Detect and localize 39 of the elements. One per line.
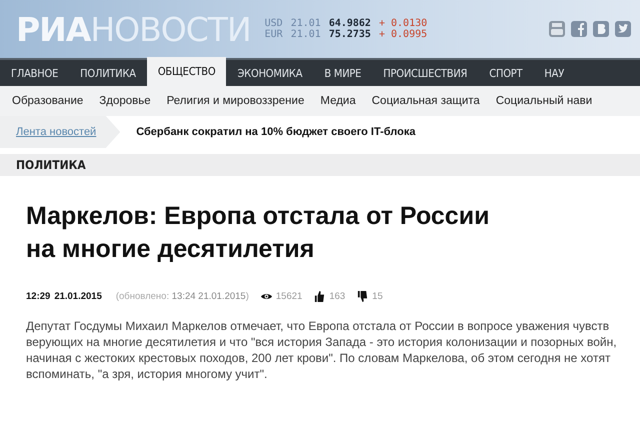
article-title: Маркелов: Европа отстала от России на многие десятилетия [26, 201, 490, 265]
nav-tab[interactable]: ПОЛИТИКА [69, 60, 147, 86]
publish-time: 12:29 [26, 291, 50, 302]
rate-change: + 0.0130 [378, 18, 428, 29]
ticker-headline[interactable]: Сбербанк сократил на 10% бюджет своего IT-блока [136, 126, 416, 138]
vk-icon[interactable] [592, 20, 610, 38]
currency-code: EUR [264, 29, 283, 40]
rate-change: + 0.0995 [378, 29, 428, 40]
nav-tab[interactable]: СПОРТ [478, 60, 534, 86]
subnav-link[interactable]: Здоровье [99, 95, 151, 107]
dislike-count: 15 [372, 291, 383, 302]
currency-code: USD [264, 18, 283, 29]
thumbs-down-icon[interactable] [357, 291, 368, 302]
rate-date: 21.01 [290, 18, 321, 29]
updated-time: (обновлено: 13:24 21.01.2015) [116, 291, 249, 302]
video-icon[interactable] [548, 20, 566, 38]
bird-icon[interactable] [614, 20, 632, 38]
section-heading: ПОЛИТИКА [0, 154, 640, 176]
nav-tab[interactable]: ОБЩЕСТВО [146, 57, 226, 86]
subnav-link[interactable]: Социальный нави [496, 95, 592, 107]
exchange-rate: 75.2735 [328, 29, 371, 40]
publish-date: 21.01.2015 [54, 291, 102, 302]
subnav-link[interactable]: Образование [12, 95, 84, 107]
subnav-link[interactable]: Религия и мировоззрение [166, 95, 304, 107]
nav-tab[interactable]: ЭКОНОМИКА [226, 60, 314, 86]
rate-date: 21.01 [290, 29, 321, 40]
subnav-link[interactable]: Социальная защита [372, 95, 480, 107]
thumbs-up-icon[interactable] [314, 291, 326, 302]
like-count: 163 [329, 291, 346, 302]
exchange-rate: 64.9862 [328, 18, 371, 29]
nav-tab[interactable]: ПРОИСШЕСТВИЯ [372, 60, 478, 86]
eye-icon [260, 291, 272, 302]
view-count: 15621 [276, 291, 302, 302]
facebook-icon[interactable] [570, 20, 588, 38]
subnav-link[interactable]: Медиа [320, 95, 356, 107]
nav-tab[interactable]: НАУ [533, 60, 576, 86]
nav-tab[interactable]: В МИРЕ [313, 60, 372, 86]
nav-tab[interactable]: ГЛАВНОЕ [0, 60, 70, 86]
article-paragraph: Депутат Госдумы Михаил Маркелов отмечает, что Европа отстала от России в вопросе уважения чувств верующих на многие десятилетия и что "вся история Запада - это история колонизации и позорных войн, начиная с жестоких крестовых походов, 200 лет крови". По словам Маркелова, об этом сегодня не хотят вспоминать, "а зря, история многому учит". [26, 318, 618, 382]
